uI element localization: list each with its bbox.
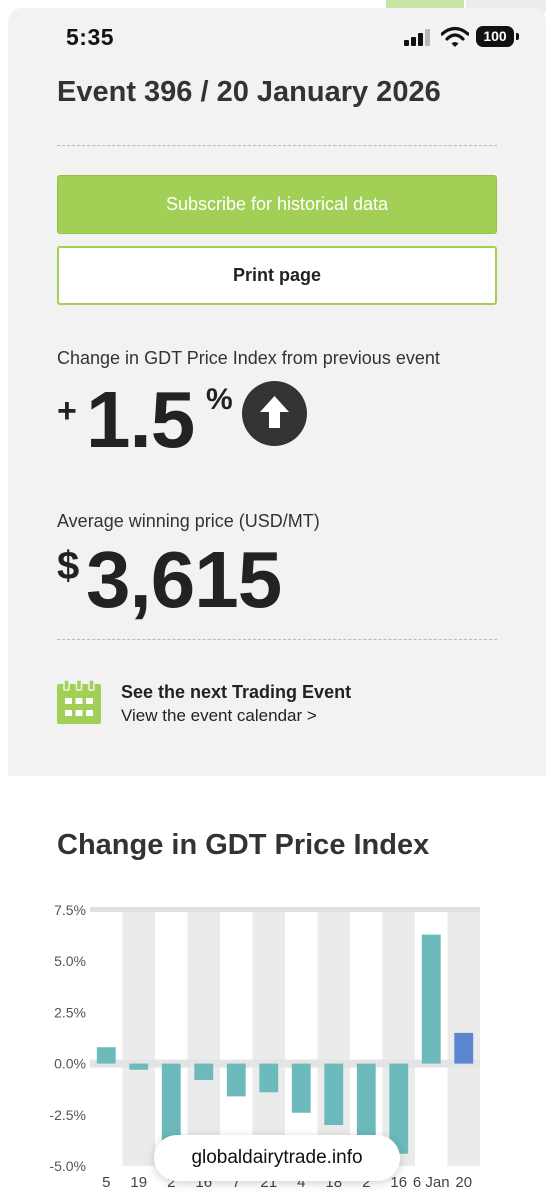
average-price-currency: $ — [57, 544, 80, 588]
y-tick-label: 5.0% — [54, 953, 86, 969]
wifi-icon — [441, 26, 469, 47]
average-price-label: Average winning price (USD/MT) — [57, 511, 320, 531]
price-index-change-value: 1.5 — [86, 375, 195, 464]
status-time: 5:35 — [66, 24, 115, 50]
price-index-change-unit: % — [206, 383, 233, 416]
zero-line — [90, 1059, 480, 1068]
event-calendar-link[interactable]: View the event calendar > — [121, 706, 317, 726]
subscribe-button[interactable]: Subscribe for historical data — [57, 175, 497, 234]
y-tick-label: 2.5% — [54, 1004, 86, 1020]
y-tick-label: -2.5% — [49, 1107, 86, 1123]
y-tick-label: -5.0% — [49, 1158, 86, 1174]
url-bar[interactable]: globaldairytrade.info — [154, 1135, 400, 1181]
print-page-button[interactable]: Print page — [57, 246, 497, 305]
bar-1 — [129, 1063, 149, 1070]
bar-5 — [259, 1063, 279, 1093]
bar-6 — [291, 1063, 311, 1113]
chart-band — [317, 910, 350, 1166]
y-tick-label: 7.5% — [54, 902, 86, 918]
average-price-value: 3,615 — [86, 535, 282, 624]
cellular-signal-icon — [404, 28, 434, 46]
status-bar: 5:35 100 — [0, 0, 554, 70]
battery-tip — [516, 33, 519, 40]
bar-3 — [194, 1063, 214, 1080]
arrow-up-icon — [242, 381, 307, 446]
x-tick-label: 20 — [455, 1174, 472, 1191]
event-title: Event 396 / 20 January 2026 — [57, 76, 441, 108]
divider — [57, 145, 497, 146]
x-tick-label: 5 — [102, 1174, 110, 1191]
bar-0 — [96, 1047, 116, 1064]
y-tick-label: 0.0% — [54, 1056, 86, 1072]
battery-icon: 100 — [476, 26, 514, 47]
bar-7 — [324, 1063, 344, 1126]
x-tick-label: 19 — [130, 1174, 147, 1191]
chart-band — [122, 910, 155, 1166]
price-index-change-label: Change in GDT Price Index from previous … — [57, 348, 440, 368]
bar-4 — [226, 1063, 246, 1097]
chart-top-border — [90, 907, 480, 912]
price-index-change-sign: + — [57, 392, 77, 430]
bar-10 — [421, 934, 441, 1064]
calendar-icon[interactable] — [57, 680, 101, 724]
x-tick-label: 16 — [390, 1174, 407, 1191]
chart-title: Change in GDT Price Index — [57, 829, 430, 861]
divider — [57, 639, 497, 640]
next-event-title[interactable]: See the next Trading Event — [121, 682, 351, 703]
bar-11 — [454, 1032, 474, 1064]
chart-band — [252, 910, 285, 1166]
chart-band — [187, 910, 220, 1166]
x-tick-label: 6 Jan — [413, 1174, 450, 1191]
